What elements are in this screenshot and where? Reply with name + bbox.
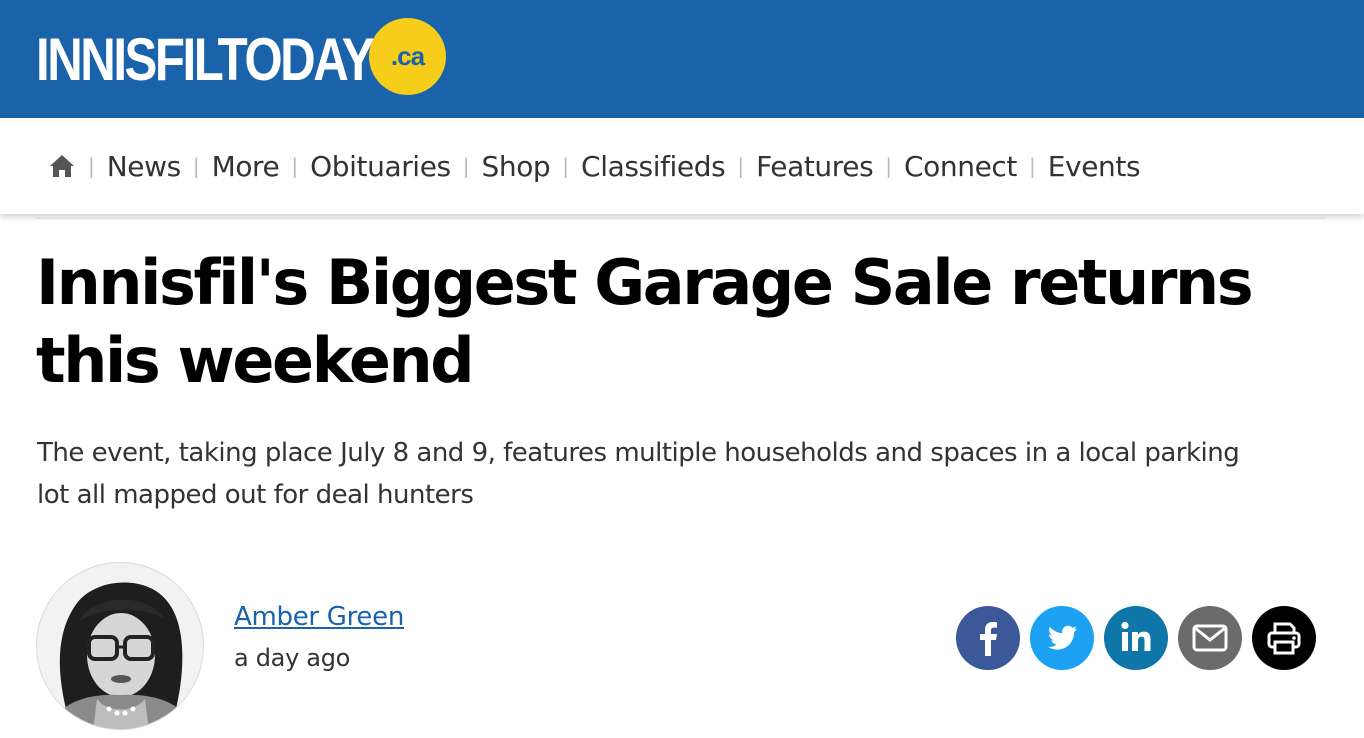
divider [36, 217, 1326, 219]
nav-separator: | [192, 154, 200, 178]
publish-time: a day ago [234, 644, 351, 672]
nav-separator: | [1029, 154, 1036, 178]
nav-separator: | [737, 154, 745, 178]
linkedin-share-button[interactable] [1104, 606, 1168, 670]
nav-item-classifieds[interactable]: Classifieds [581, 150, 726, 183]
nav-item-news[interactable]: News [107, 150, 181, 183]
nav-item-obituaries[interactable]: Obituaries [310, 150, 451, 183]
nav-item-features[interactable]: Features [756, 150, 874, 183]
nav-separator: | [88, 154, 95, 178]
article-headline: Innisfil's Biggest Garage Sale returns t… [36, 246, 1254, 397]
author-avatar[interactable] [36, 562, 204, 730]
author-name-link[interactable]: Amber Green [234, 602, 404, 632]
share-buttons [956, 606, 1316, 670]
site-header: INNISFILTODAY .ca [0, 0, 1364, 118]
nav-item-shop[interactable]: Shop [481, 150, 550, 183]
nav-item-connect[interactable]: Connect [904, 150, 1017, 183]
nav-item-events[interactable]: Events [1048, 150, 1141, 183]
email-share-button[interactable] [1178, 606, 1242, 670]
twitter-icon [1048, 625, 1077, 650]
email-icon [1192, 624, 1228, 652]
main-navigation: | News | More | Obituaries | Shop | Clas… [0, 118, 1364, 214]
facebook-share-button[interactable] [956, 606, 1020, 670]
nav-separator: | [562, 154, 570, 178]
byline: Amber Green a day ago [36, 562, 1326, 732]
nav-item-more[interactable]: More [212, 150, 280, 183]
logo-badge[interactable]: .ca [369, 18, 446, 95]
author-photo [37, 563, 203, 729]
print-icon [1267, 622, 1301, 655]
print-button[interactable] [1252, 606, 1316, 670]
linkedin-icon [1121, 621, 1151, 651]
facebook-icon [980, 622, 997, 656]
article-summary: The event, taking place July 8 and 9, fe… [37, 438, 1240, 510]
twitter-share-button[interactable] [1030, 606, 1094, 670]
nav-separator: | [885, 154, 893, 178]
nav-separator: | [462, 154, 470, 178]
nav-separator: | [291, 154, 299, 178]
home-icon[interactable] [48, 152, 76, 180]
logo-wordmark: INNISFILTODAY [36, 26, 375, 93]
